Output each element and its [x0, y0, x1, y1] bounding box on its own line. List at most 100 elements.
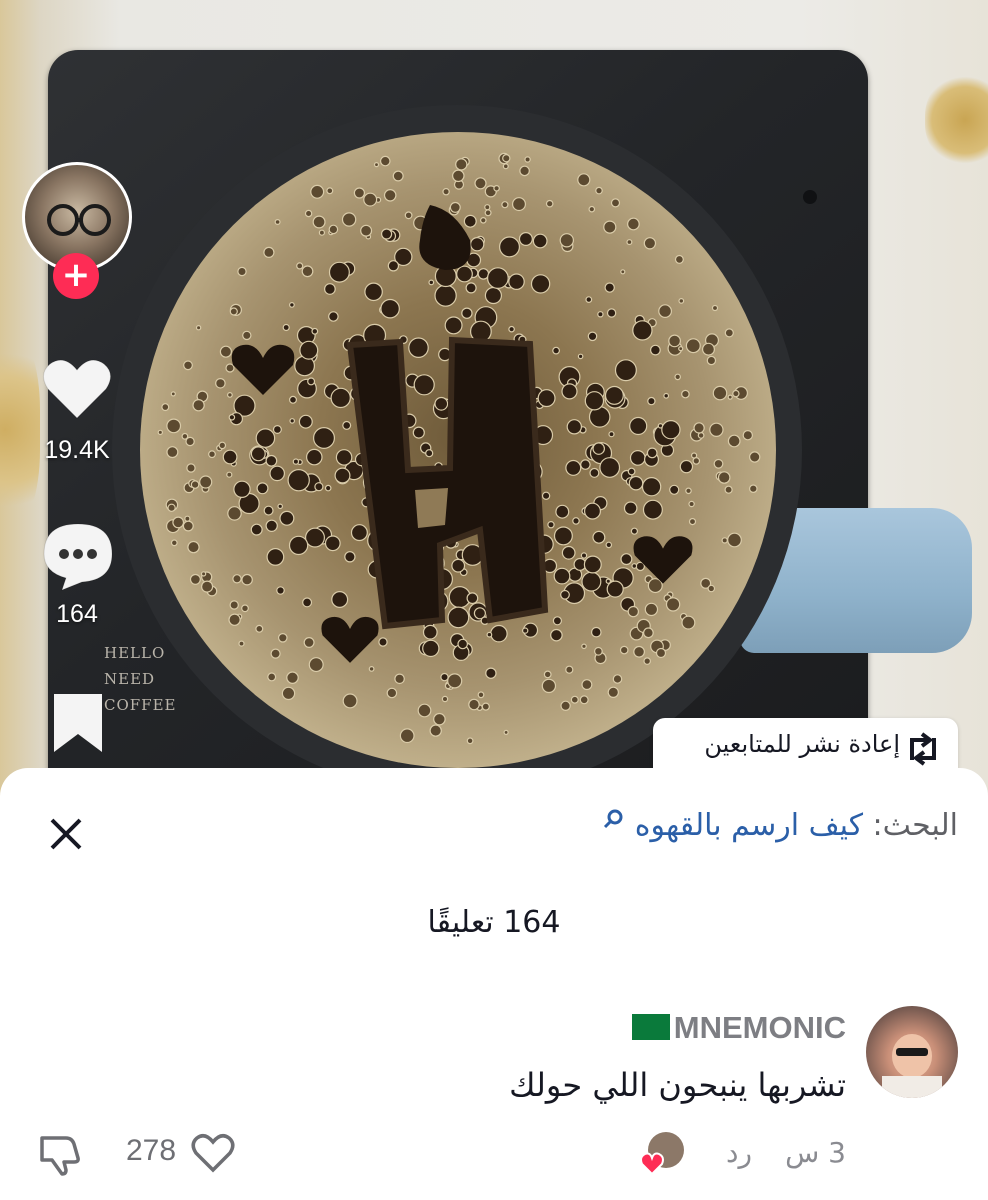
foam-bubble	[581, 571, 602, 592]
foam-bubble	[310, 184, 325, 199]
foam-bubble	[299, 340, 319, 360]
foam-bubble	[607, 686, 619, 699]
commenter-avatar[interactable]	[866, 1006, 958, 1098]
foam-bubble	[392, 170, 404, 182]
foam-bubble	[532, 233, 548, 249]
foam-bubble	[643, 657, 652, 665]
foam-bubble	[477, 691, 485, 699]
foam-bubble	[289, 418, 296, 424]
foam-bubble	[192, 399, 205, 412]
foam-bubble	[560, 700, 571, 712]
heart-outline-icon[interactable]	[190, 1132, 236, 1174]
reply-button[interactable]: رد	[726, 1136, 752, 1169]
foam-bubble	[442, 188, 450, 196]
foam-bubble	[481, 702, 490, 711]
foam-bubble	[428, 279, 435, 286]
coffee-spill	[0, 330, 40, 530]
foam-bubble	[282, 323, 290, 332]
foam-bubble	[447, 673, 463, 689]
repost-arrows-icon	[910, 732, 936, 766]
bookmark-icon[interactable]	[50, 690, 106, 756]
foam-bubble	[597, 311, 604, 318]
foam-bubble	[312, 215, 326, 229]
foam-bubble	[328, 311, 339, 322]
foam-bubble	[287, 469, 310, 492]
foam-bubble	[380, 155, 391, 167]
foam-bubble	[647, 396, 656, 406]
foam-bubble	[603, 220, 617, 234]
like-heart-icon[interactable]	[40, 356, 114, 422]
foam-bubble	[242, 330, 252, 341]
follow-plus-button[interactable]: +	[53, 253, 99, 299]
foam-bubble	[655, 647, 667, 659]
foam-bubble	[170, 391, 176, 397]
foam-bubble	[296, 262, 304, 270]
comment-bubble-icon[interactable]	[40, 520, 116, 592]
foam-bubble	[200, 580, 214, 593]
foam-bubble	[487, 267, 509, 290]
foam-bubble	[241, 604, 249, 613]
foam-bubble	[184, 515, 191, 522]
foam-bubble	[658, 304, 672, 319]
thumbs-down-icon[interactable]	[38, 1132, 84, 1176]
foam-bubble	[642, 499, 663, 520]
foam-bubble	[681, 615, 696, 630]
foam-bubble	[422, 639, 440, 658]
foam-bubble	[565, 665, 574, 674]
foam-bubble	[228, 413, 236, 421]
related-search[interactable]: البحث: كيف ارسم بالقهوه	[601, 808, 958, 843]
foam-bubble	[360, 224, 373, 237]
foam-bubble	[629, 450, 646, 466]
foam-bubble	[643, 237, 657, 250]
foam-bubble	[304, 209, 313, 218]
foam-bubble	[278, 632, 288, 643]
foam-bubble	[232, 574, 242, 584]
foam-bubble	[433, 712, 446, 726]
commenter-username[interactable]: MNEMONIC	[631, 1010, 846, 1046]
foam-bubble	[434, 284, 457, 307]
foam-bubble	[623, 501, 638, 515]
foam-bubble	[455, 158, 468, 171]
foam-bubble	[606, 580, 624, 598]
foam-bubble	[486, 631, 493, 638]
foam-bubble	[181, 432, 189, 440]
foam-bubble	[663, 392, 670, 399]
foam-bubble	[530, 274, 551, 294]
foam-bubble	[279, 510, 295, 526]
foam-bubble	[183, 360, 193, 371]
foam-bubble	[167, 503, 176, 512]
foam-bubble	[241, 573, 253, 586]
foam-bubble	[748, 484, 758, 494]
foam-bubble	[222, 449, 238, 465]
foam-bubble	[592, 442, 605, 455]
search-query-link[interactable]: كيف ارسم بالقهوه	[635, 808, 863, 843]
foam-bubble	[550, 628, 563, 642]
coffee-art-letter	[346, 336, 549, 630]
foam-bubble	[587, 331, 598, 342]
foam-bubble	[709, 422, 724, 437]
foam-bubble	[641, 477, 662, 497]
video-player[interactable]: HELLO NEED COFFEE	[0, 0, 988, 800]
foam-bubble	[286, 671, 299, 684]
foam-bubble	[599, 457, 621, 478]
foam-bubble	[267, 672, 277, 682]
foam-bubble	[200, 571, 207, 577]
foam-bubble	[577, 353, 584, 360]
foam-bubble	[724, 328, 734, 338]
foam-bubble	[307, 377, 316, 386]
foam-bubble	[440, 672, 449, 682]
foam-bubble	[749, 451, 761, 463]
foam-bubble	[318, 229, 325, 236]
foam-bubble	[429, 724, 442, 737]
foam-bubble	[218, 441, 227, 450]
foam-bubble	[199, 475, 213, 489]
foam-bubble	[281, 686, 296, 701]
creator-avatar-small-icon	[640, 1132, 684, 1176]
foam-bubble	[292, 458, 300, 465]
foam-bubble	[255, 428, 276, 448]
foam-bubble	[543, 670, 552, 679]
foam-bubble	[627, 467, 636, 476]
foam-bubble	[727, 394, 733, 400]
close-icon[interactable]	[44, 812, 88, 856]
comments-count-rail: 164	[56, 600, 98, 628]
